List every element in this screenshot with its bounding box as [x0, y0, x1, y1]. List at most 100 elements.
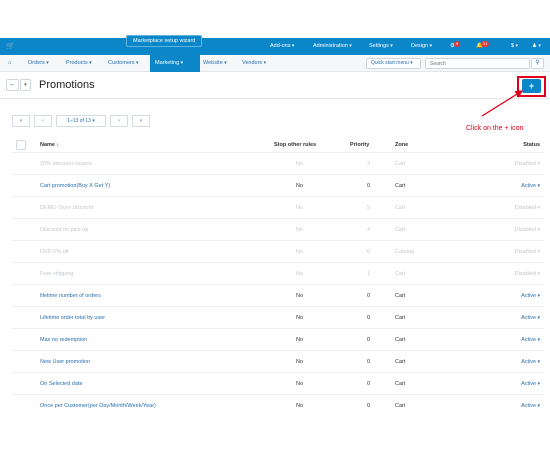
notifications-icon[interactable]: ⚙ 9 — [450, 41, 461, 49]
nav-website[interactable]: Website — [203, 60, 227, 66]
design-menu[interactable]: Design — [411, 43, 432, 49]
pagination-range[interactable]: 1–13 of 13 — [56, 115, 106, 127]
promotion-name-link[interactable]: Cart promotion(Buy X Get Y) — [40, 183, 110, 189]
stop-rules-cell: No — [296, 205, 304, 211]
nav-vendors[interactable]: Vendors — [242, 60, 266, 66]
status-dropdown[interactable]: Active — [521, 293, 540, 299]
priority-cell: 0 — [367, 183, 371, 189]
currency-menu[interactable]: $ — [511, 43, 518, 49]
annotation-hint: Click on the + icon — [466, 125, 524, 132]
zone-cell: Cart — [395, 337, 406, 343]
status-dropdown[interactable]: Disabled — [515, 161, 540, 167]
promotion-name-link[interactable]: On Selected date — [40, 381, 83, 387]
promotion-name-link[interactable]: DEMO Store discount — [40, 205, 93, 211]
nav-marketing[interactable]: Marketing — [150, 55, 200, 72]
status-dropdown[interactable]: Active — [521, 359, 540, 365]
nav-customers[interactable]: Customers — [108, 60, 139, 66]
zone-cell: Cart — [395, 227, 406, 233]
priority-cell: 0 — [367, 337, 371, 343]
promotion-name-link[interactable]: Discount on pick-up — [40, 227, 88, 233]
pagination-prev[interactable]: ‹ — [34, 115, 52, 127]
priority-cell: 0 — [367, 381, 371, 387]
notifications-badge: 9 — [454, 41, 461, 47]
user-icon[interactable]: ♟ — [532, 43, 541, 49]
quick-start-menu[interactable]: Quick start menu — [366, 58, 421, 69]
status-dropdown[interactable]: Disabled — [515, 271, 540, 277]
page: 🛒 Marketplace setup wizard Add-ons Admin… — [0, 0, 550, 450]
priority-cell: 3 — [367, 161, 371, 167]
promotion-name-link[interactable]: Once per Customer(per Day/Month/Week/Yea… — [40, 403, 156, 409]
stop-rules-cell: No — [296, 293, 304, 299]
stop-rules-cell: No — [296, 161, 304, 167]
promotion-name-link[interactable]: lifetime number of orders — [40, 293, 101, 299]
zone-cell: Cart — [395, 359, 406, 365]
promotion-name-link[interactable]: DVD 5% off — [40, 249, 69, 255]
stop-rules-cell: No — [296, 337, 304, 343]
stop-rules-cell: No — [296, 403, 304, 409]
bell-badge: 51 — [481, 41, 490, 47]
table-row[interactable]: Discount on pick-up No 4 Cart Disabled — [12, 218, 544, 240]
promotion-name-link[interactable]: Max no redemption — [40, 337, 87, 343]
pagination-next[interactable]: › — [110, 115, 128, 127]
stop-rules-cell: No — [296, 227, 304, 233]
table-row[interactable]: Lifetime order total by user No 0 Cart Activ… — [12, 306, 544, 328]
promotion-name-link[interactable]: 20% discount coupon — [40, 161, 93, 167]
header-name[interactable]: Name ↓ — [40, 142, 59, 148]
pagination-last[interactable]: » — [132, 115, 150, 127]
table-row[interactable]: DVD 5% off No 0 Catalog Disabled — [12, 240, 544, 262]
priority-cell: 0 — [367, 359, 371, 365]
status-dropdown[interactable]: Disabled — [515, 249, 540, 255]
stop-rules-cell: No — [296, 381, 304, 387]
zone-cell: Cart — [395, 205, 406, 211]
zone-cell: Cart — [395, 161, 406, 167]
table-row[interactable]: Cart promotion(Buy X Get Y) No 0 Cart Active — [12, 174, 544, 196]
nav-products[interactable]: Products — [66, 60, 92, 66]
main-nav: ⌂ Orders Products Customers Marketing We… — [0, 55, 550, 72]
home-icon[interactable]: ⌂ — [8, 60, 11, 66]
select-all-checkbox[interactable] — [16, 140, 26, 150]
status-dropdown[interactable]: Active — [521, 403, 540, 409]
header-priority: Priority — [350, 142, 370, 148]
status-dropdown[interactable]: Disabled — [515, 227, 540, 233]
priority-cell: 1 — [367, 271, 371, 277]
back-dropdown[interactable]: ▾ — [20, 79, 31, 91]
zone-cell: Cart — [395, 403, 406, 409]
search-input[interactable] — [425, 58, 530, 69]
stop-rules-cell: No — [296, 315, 304, 321]
table-row[interactable]: On Selected date No 0 Cart Active — [12, 372, 544, 394]
addons-menu[interactable]: Add-ons — [270, 43, 294, 49]
zone-cell: Cart — [395, 315, 406, 321]
cart-icon[interactable]: 🛒 — [6, 42, 15, 50]
setup-wizard-button[interactable]: Marketplace setup wizard — [126, 35, 203, 47]
priority-cell: 5 — [367, 205, 371, 211]
table-row[interactable]: lifetime number of orders No 0 Cart Active — [12, 284, 544, 306]
header-zone: Zone — [395, 142, 409, 148]
top-bar: 🛒 Marketplace setup wizard Add-ons Admin… — [0, 35, 550, 55]
priority-cell: 0 — [367, 403, 371, 409]
search-icon[interactable]: ⚲ — [531, 58, 544, 69]
pagination-first[interactable]: « — [12, 115, 30, 127]
promotion-name-link[interactable]: New User promotion — [40, 359, 90, 365]
back-arrow-icon[interactable]: ← — [6, 79, 19, 91]
zone-cell: Cart — [395, 381, 406, 387]
priority-cell: 0 — [367, 315, 371, 321]
table-row[interactable]: New User promotion No 0 Cart Active — [12, 350, 544, 372]
bell-icon[interactable]: 🔔 51 — [476, 41, 490, 49]
promotion-name-link[interactable]: Free shipping — [40, 271, 73, 277]
status-dropdown[interactable]: Disabled — [515, 205, 540, 211]
nav-orders[interactable]: Orders — [28, 60, 49, 66]
settings-menu[interactable]: Settings — [369, 43, 393, 49]
status-dropdown[interactable]: Active — [521, 381, 540, 387]
table-row[interactable]: 20% discount coupon No 3 Cart Disabled — [12, 152, 544, 174]
promotion-name-link[interactable]: Lifetime order total by user — [40, 315, 105, 321]
zone-cell: Cart — [395, 183, 406, 189]
table-row[interactable]: Free shipping No 1 Cart Disabled — [12, 262, 544, 284]
table-row[interactable]: Max no redemption No 0 Cart Active — [12, 328, 544, 350]
table-row[interactable]: DEMO Store discount No 5 Cart Disabled — [12, 196, 544, 218]
status-dropdown[interactable]: Active — [521, 183, 540, 189]
status-dropdown[interactable]: Active — [521, 315, 540, 321]
header-stop-rules: Stop other rules — [274, 142, 317, 148]
administration-menu[interactable]: Administration — [313, 43, 352, 49]
table-row[interactable]: Once per Customer(per Day/Month/Week/Yea… — [12, 394, 544, 416]
status-dropdown[interactable]: Active — [521, 337, 540, 343]
